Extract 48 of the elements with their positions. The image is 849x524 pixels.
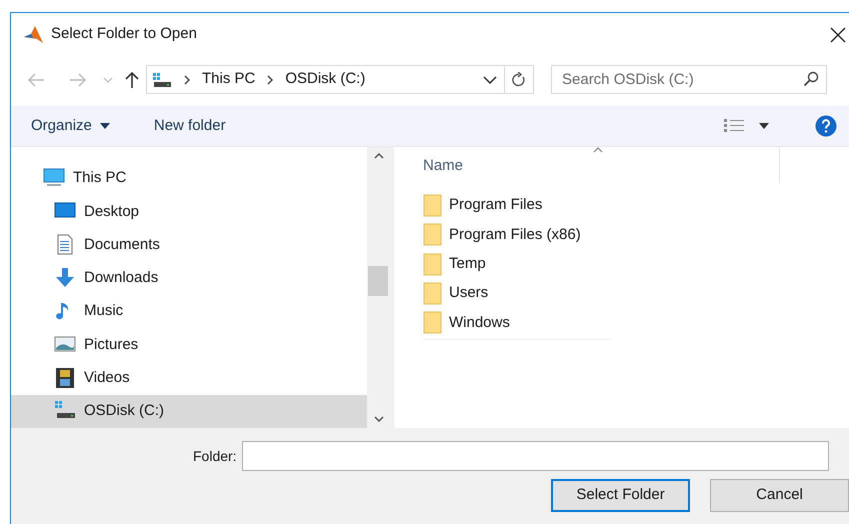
folder-icon bbox=[423, 311, 442, 334]
window-title: Select Folder to Open bbox=[51, 24, 197, 44]
sidebar-item[interactable]: Desktop bbox=[11, 195, 367, 228]
sidebar-item[interactable]: Music bbox=[11, 295, 367, 328]
sidebar-item[interactable]: Videos bbox=[11, 362, 367, 395]
sidebar-item[interactable]: Downloads bbox=[11, 262, 367, 295]
sidebar-item[interactable]: Pictures bbox=[11, 328, 367, 362]
caret-icon bbox=[100, 123, 110, 129]
toolbar-button[interactable]: New folder bbox=[150, 114, 230, 138]
refresh-icon[interactable] bbox=[511, 72, 527, 88]
cancel-button[interactable]: Cancel bbox=[710, 479, 849, 512]
select-folder-button[interactable]: Select Folder bbox=[551, 479, 690, 512]
file-row[interactable]: Windows bbox=[423, 308, 611, 338]
file-row[interactable]: Temp bbox=[423, 250, 611, 279]
folder-icon bbox=[423, 282, 442, 306]
scroll-down-icon[interactable] bbox=[374, 416, 384, 422]
address-bar[interactable]: This PC OSDisk (C:) bbox=[146, 65, 534, 94]
sidebar-item[interactable]: Documents bbox=[11, 228, 367, 262]
search-field[interactable]: Search OSDisk (C:) bbox=[551, 65, 827, 94]
chevron-right-icon[interactable] bbox=[184, 74, 191, 84]
view-options-icon[interactable] bbox=[723, 118, 745, 134]
folder-label: Folder: bbox=[193, 446, 237, 466]
file-row[interactable]: Program Files (x86) bbox=[423, 220, 611, 250]
folder-field[interactable] bbox=[242, 441, 829, 471]
folder-icon bbox=[423, 252, 442, 276]
film-icon bbox=[54, 367, 76, 390]
up-arrow-icon[interactable] bbox=[124, 70, 140, 88]
sidebar-item[interactable]: OSDisk (C:) bbox=[11, 394, 367, 428]
chevron-down-icon[interactable] bbox=[483, 76, 497, 84]
breadcrumb[interactable]: This PC bbox=[202, 68, 256, 91]
app-logo-icon bbox=[23, 24, 45, 44]
column-header[interactable]: Name bbox=[423, 155, 464, 178]
file-row[interactable]: Program Files bbox=[423, 191, 611, 220]
menu-button[interactable]: Organize bbox=[27, 114, 114, 138]
scroll-up-icon[interactable] bbox=[374, 153, 384, 159]
drive-icon bbox=[152, 72, 172, 88]
file-row[interactable]: Users bbox=[423, 278, 611, 308]
folder-icon bbox=[423, 223, 442, 246]
help-icon[interactable] bbox=[815, 115, 837, 137]
scrollbar-thumb[interactable] bbox=[368, 266, 388, 296]
chevron-right-icon[interactable] bbox=[267, 74, 274, 84]
breadcrumb[interactable]: OSDisk (C:) bbox=[285, 68, 366, 91]
folder-icon bbox=[423, 194, 442, 218]
caret-icon[interactable] bbox=[759, 123, 769, 129]
sidebar-item[interactable]: This PC bbox=[11, 162, 367, 196]
close-icon[interactable] bbox=[830, 26, 846, 42]
search-icon bbox=[803, 71, 819, 87]
down-arrow-icon bbox=[54, 267, 76, 290]
